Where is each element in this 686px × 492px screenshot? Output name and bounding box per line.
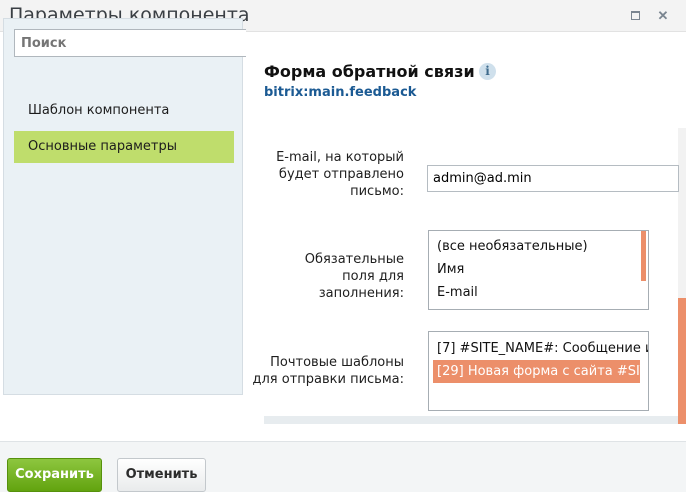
mail-templates-label: Почтовые шаблоны для отправки письма: — [252, 355, 405, 387]
required-fields-list[interactable]: (все необязательные) Имя E-mail — [428, 230, 649, 310]
search-input[interactable] — [14, 29, 246, 57]
form-scrollbar[interactable] — [678, 128, 686, 424]
list-scrollbar-thumb[interactable] — [641, 231, 646, 281]
form-bottom-strip — [264, 416, 678, 424]
component-title: Форма обратной связи — [264, 62, 475, 81]
info-icon[interactable]: i — [479, 63, 496, 80]
sidebar-item-main-params[interactable]: Основные параметры — [14, 131, 234, 163]
email-label: E-mail, на который будет отправлено пись… — [276, 150, 404, 199]
required-fields-label: Обязательные поля для заполнения: — [304, 252, 404, 301]
component-id: bitrix:main.feedback — [264, 85, 417, 100]
list-item[interactable]: (все необязательные) — [433, 235, 588, 258]
sidebar-item-template[interactable]: Шаблон компонента — [14, 95, 234, 127]
email-field[interactable] — [427, 165, 679, 192]
maximize-icon[interactable] — [629, 9, 643, 23]
list-item[interactable]: Имя — [433, 258, 464, 281]
list-item-selected[interactable]: [29] Новая форма с сайта #SITE — [433, 360, 648, 383]
sidebar: Шаблон компонента Основные параметры — [3, 18, 246, 395]
form-scrollbar-thumb[interactable] — [678, 298, 686, 424]
cancel-button[interactable]: Отменить — [117, 458, 206, 492]
list-item[interactable]: [7] #SITE_NAME#: Сообщение из — [433, 337, 648, 360]
save-button[interactable]: Сохранить — [7, 458, 102, 492]
list-item[interactable]: E-mail — [433, 281, 478, 304]
mail-templates-list[interactable]: [7] #SITE_NAME#: Сообщение из [29] Новая… — [428, 331, 649, 411]
footer-bar: Сохранить Отменить — [0, 441, 686, 492]
close-icon[interactable]: ✕ — [656, 9, 670, 23]
